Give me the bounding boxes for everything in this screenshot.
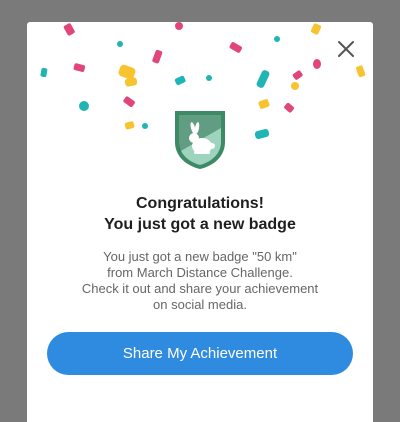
title-line-2: You just got a new badge — [104, 216, 296, 233]
rabbit-badge-icon — [175, 111, 225, 169]
dialog-title: Congratulations! You just got a new badg… — [27, 193, 373, 235]
achievement-dialog: Congratulations! You just got a new badg… — [27, 22, 373, 422]
message-line-1: You just got a new badge "50 km" — [103, 249, 297, 264]
message-line-4: on social media. — [153, 297, 247, 312]
message-line-2: from March Distance Challenge. — [107, 265, 293, 280]
dialog-message: You just got a new badge "50 km" from Ma… — [27, 249, 373, 313]
share-achievement-button[interactable]: Share My Achievement — [47, 332, 353, 375]
message-line-3: Check it out and share your achievement — [81, 281, 319, 296]
title-line-1: Congratulations! — [136, 195, 264, 212]
close-icon[interactable] — [335, 38, 357, 60]
